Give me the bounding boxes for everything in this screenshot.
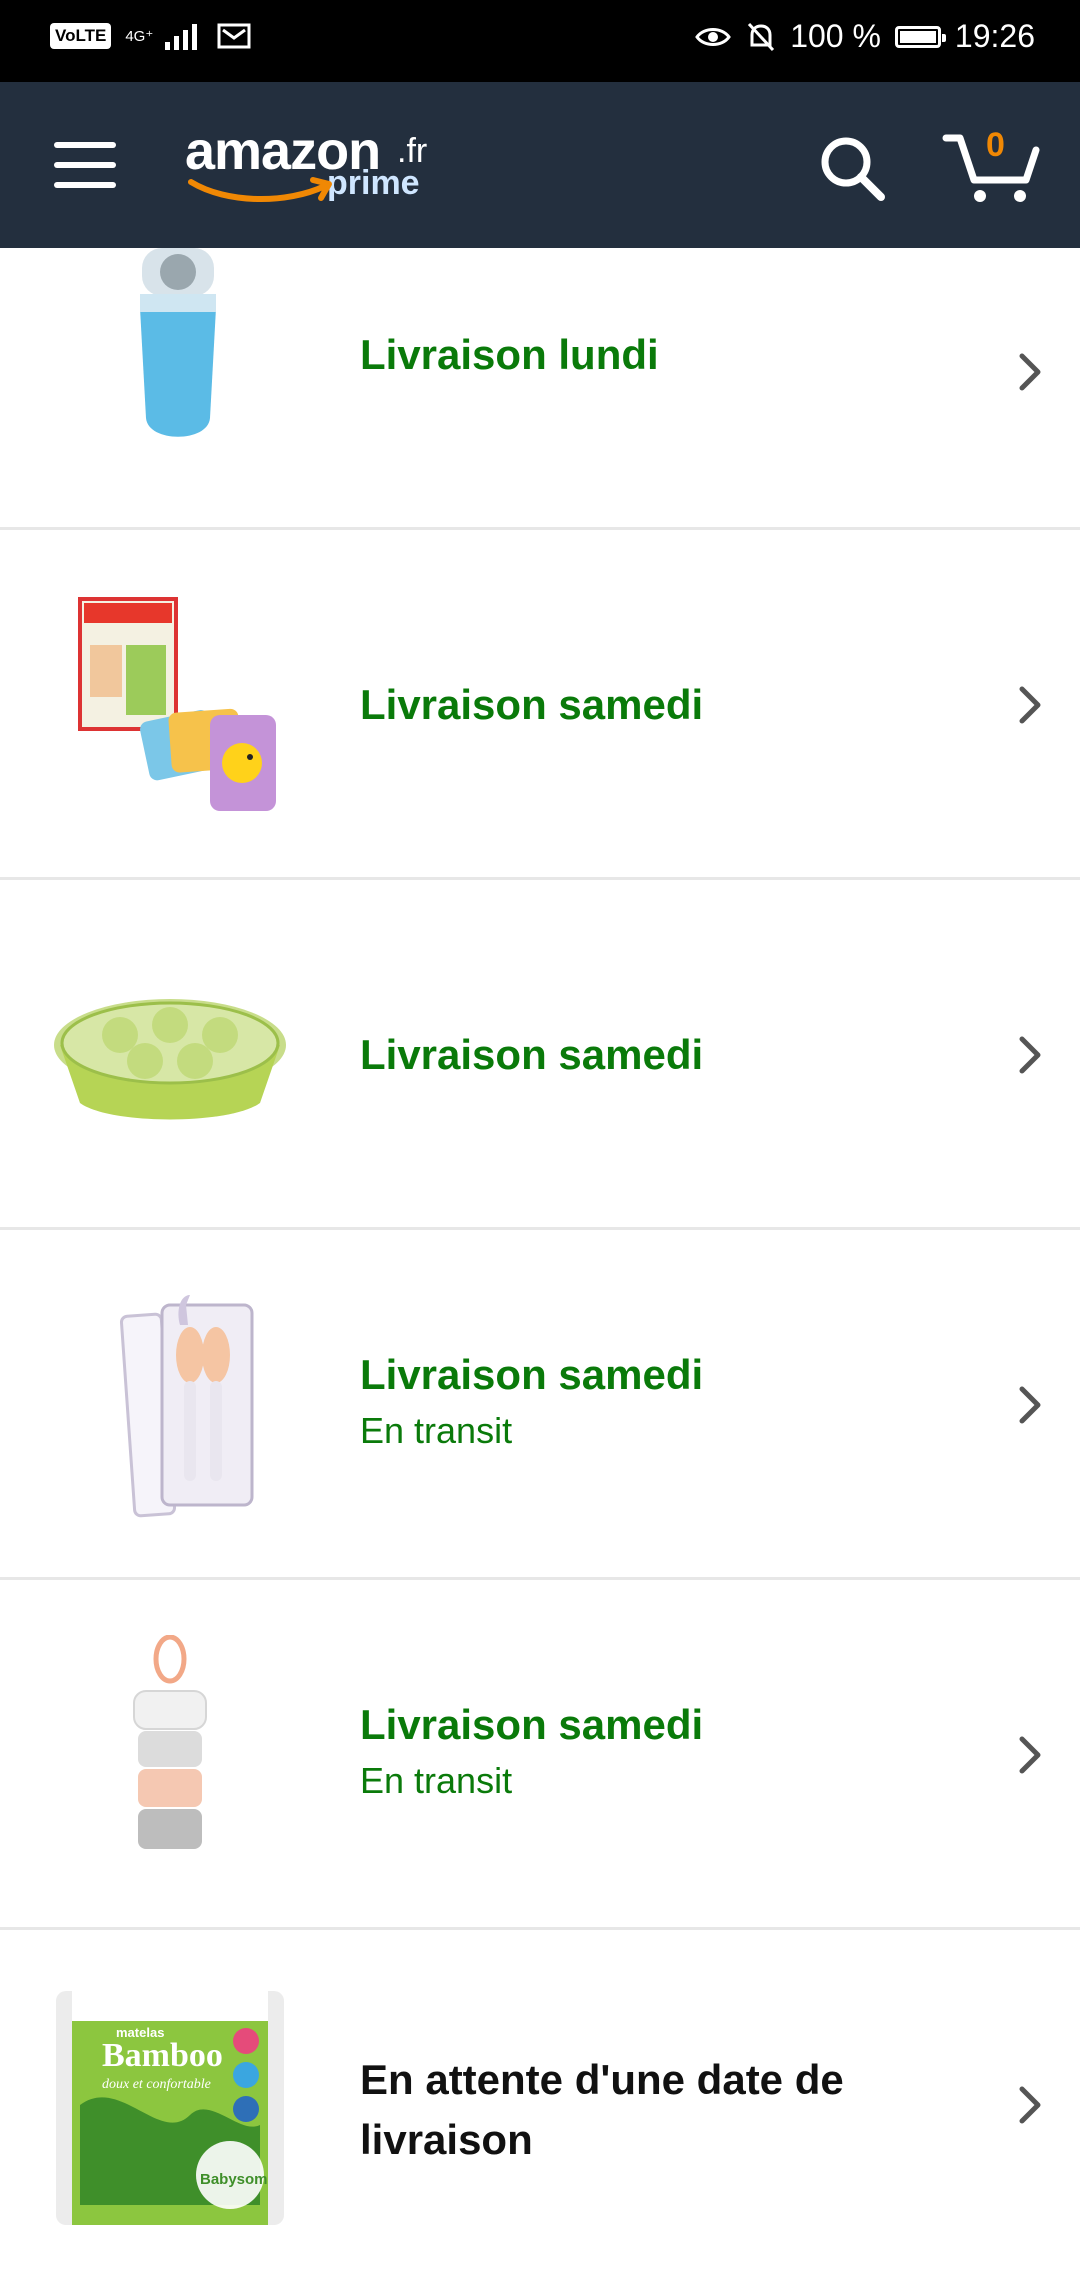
package-maker-text: Babysom bbox=[200, 2171, 268, 2188]
order-text: Livraison samedi bbox=[360, 680, 940, 730]
search-button[interactable] bbox=[818, 134, 888, 204]
freezer-tray-image bbox=[50, 935, 290, 1175]
menu-button[interactable] bbox=[54, 142, 116, 188]
order-text: En attente d'une date de livraison bbox=[360, 2050, 940, 2170]
logo-prime: prime bbox=[327, 164, 420, 202]
signal-icon bbox=[165, 24, 198, 50]
lint-remover-image bbox=[50, 248, 290, 458]
status-left: VoLTE 4G⁺ bbox=[50, 22, 253, 50]
eye-comfort-icon bbox=[695, 27, 732, 46]
delivery-substatus: En transit bbox=[360, 1760, 513, 1801]
cutlery-case-image bbox=[50, 1285, 290, 1525]
status-right: 100 % 19:26 bbox=[694, 18, 1035, 55]
order-text: Livraison lundi bbox=[360, 330, 940, 380]
orders-list: Livraison lundi Livraison samedi Livrais… bbox=[0, 248, 1080, 2280]
chevron-right-icon bbox=[1019, 353, 1041, 391]
chevron-right-icon bbox=[1019, 1736, 1041, 1774]
order-row[interactable]: Livraison lundi bbox=[0, 248, 1080, 530]
smile-arrow-icon bbox=[188, 177, 332, 203]
clock: 19:26 bbox=[954, 18, 1035, 54]
cart-button[interactable]: 0 bbox=[942, 126, 1042, 206]
search-icon bbox=[821, 137, 885, 201]
delivery-status: Livraison lundi bbox=[360, 331, 659, 378]
mail-notification-icon bbox=[217, 23, 251, 49]
order-text: Livraison samedi bbox=[360, 1030, 940, 1080]
chevron-right-icon bbox=[1019, 2086, 1041, 2124]
milk-dispenser-image bbox=[50, 1635, 290, 1875]
battery-percent: 100 % bbox=[790, 18, 881, 54]
header-bar: amazon .fr prime 0 bbox=[0, 82, 1080, 248]
delivery-status: Livraison samedi bbox=[360, 1701, 704, 1748]
chevron-right-icon bbox=[1019, 1386, 1041, 1424]
order-text: Livraison samedi En transit bbox=[360, 1700, 940, 1802]
order-row[interactable]: Livraison samedi bbox=[0, 530, 1080, 880]
order-row[interactable]: Livraison samedi bbox=[0, 880, 1080, 1230]
order-row[interactable]: Livraison samedi En transit bbox=[0, 1230, 1080, 1580]
order-row[interactable]: matelas Bamboo doux et confortable Babys… bbox=[0, 1930, 1080, 2280]
order-row[interactable]: Livraison samedi En transit bbox=[0, 1580, 1080, 1930]
network-indicator: 4G⁺ bbox=[125, 27, 154, 45]
cart-count-badge: 0 bbox=[986, 126, 1005, 164]
package-tagline-text: doux et confortable bbox=[102, 2077, 211, 2092]
mattress-package-image: matelas Bamboo doux et confortable Babys… bbox=[50, 1985, 290, 2225]
delivery-status: Livraison samedi bbox=[360, 1031, 704, 1078]
amazon-prime-logo[interactable]: amazon .fr prime bbox=[185, 120, 445, 212]
chevron-right-icon bbox=[1019, 1036, 1041, 1074]
flash-cards-image bbox=[50, 585, 290, 825]
status-bar: VoLTE 4G⁺ 100 % 19:26 bbox=[0, 0, 1080, 82]
delivery-status: En attente d'une date de livraison bbox=[360, 2056, 844, 2163]
order-text: Livraison samedi En transit bbox=[360, 1350, 940, 1452]
chevron-right-icon bbox=[1019, 686, 1041, 724]
delivery-status: Livraison samedi bbox=[360, 681, 704, 728]
delivery-status: Livraison samedi bbox=[360, 1351, 704, 1398]
battery-icon bbox=[894, 25, 946, 48]
delivery-substatus: En transit bbox=[360, 1410, 513, 1451]
volte-badge: VoLTE bbox=[50, 23, 112, 49]
package-name-text: Bamboo bbox=[102, 2037, 223, 2074]
mute-bell-icon bbox=[748, 22, 775, 51]
